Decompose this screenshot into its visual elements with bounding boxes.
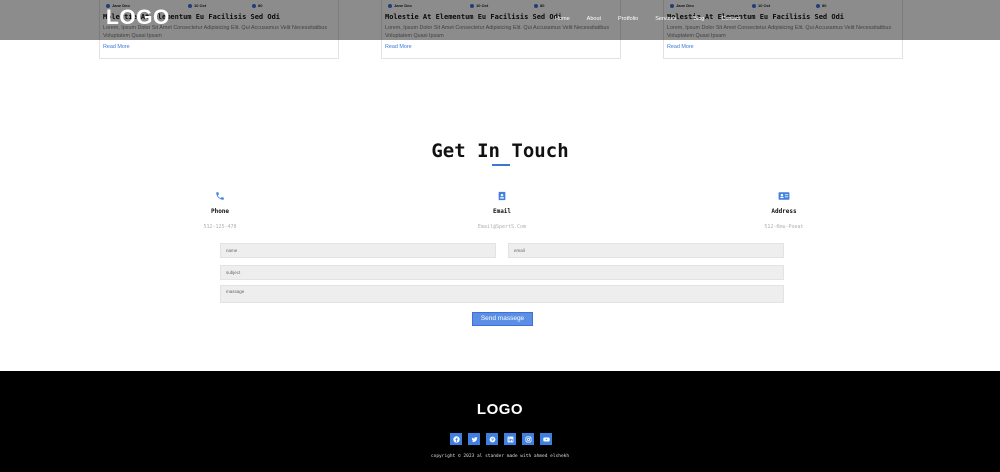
contact-info-label: Address <box>771 208 797 215</box>
nav-link-contact[interactable]: Contact <box>721 16 740 22</box>
nav-links: Home About Protfolio Services Blog Conta… <box>555 16 757 22</box>
contact-info-value: 512-Kmu-Poeat <box>764 224 804 230</box>
contact-info-phone: Phone 512-125-478 <box>160 188 280 230</box>
message-textarea[interactable]: massage <box>220 285 784 303</box>
instagram-icon[interactable] <box>522 433 534 445</box>
nav-link-services[interactable]: Services <box>655 16 676 22</box>
copyright-text: copyright © 2023 al stander made with ah… <box>430 454 570 459</box>
read-more-link[interactable]: Read More <box>103 44 130 50</box>
footer: LOGO copyright © 2023 al stander made wi… <box>0 371 1000 472</box>
title-underline <box>492 164 510 166</box>
nav-link-blog[interactable]: Blog <box>693 16 704 22</box>
navbar: LOGO Home About Protfolio Services Blog … <box>0 0 1000 40</box>
linkedin-icon[interactable] <box>504 433 516 445</box>
contact-info-label: Phone <box>210 208 230 215</box>
email-input[interactable]: email <box>508 243 784 258</box>
subject-input[interactable]: subject <box>220 265 784 280</box>
read-more-link[interactable]: Read More <box>385 44 412 50</box>
footer-logo: LOGO <box>476 401 524 418</box>
nav-link-about[interactable]: About <box>587 16 601 22</box>
twitter-icon[interactable] <box>468 433 480 445</box>
send-message-button[interactable]: Send massege <box>472 312 533 326</box>
read-more-link[interactable]: Read More <box>667 44 694 50</box>
section-title: Get In Touch <box>431 140 569 162</box>
contact-info-label: Email <box>492 208 512 215</box>
name-input[interactable]: name <box>220 243 496 258</box>
address-card-icon <box>778 188 790 200</box>
facebook-icon[interactable] <box>450 433 462 445</box>
contact-card-icon <box>497 188 507 201</box>
nav-link-portfolio[interactable]: Protfolio <box>618 16 638 22</box>
contact-info-address: Address 512-Kmu-Poeat <box>724 188 844 230</box>
nav-link-home[interactable]: Home <box>555 16 570 22</box>
contact-info-email: Email Email@SpertS.Com <box>442 188 562 230</box>
social-links <box>450 433 552 445</box>
youtube-icon[interactable] <box>540 433 552 445</box>
contact-info-value: 512-125-478 <box>203 224 237 230</box>
pinterest-icon[interactable] <box>486 433 498 445</box>
contact-info-value: Email@SpertS.Com <box>477 224 527 230</box>
phone-icon <box>215 188 225 200</box>
navbar-logo[interactable]: LOGO <box>106 6 170 30</box>
